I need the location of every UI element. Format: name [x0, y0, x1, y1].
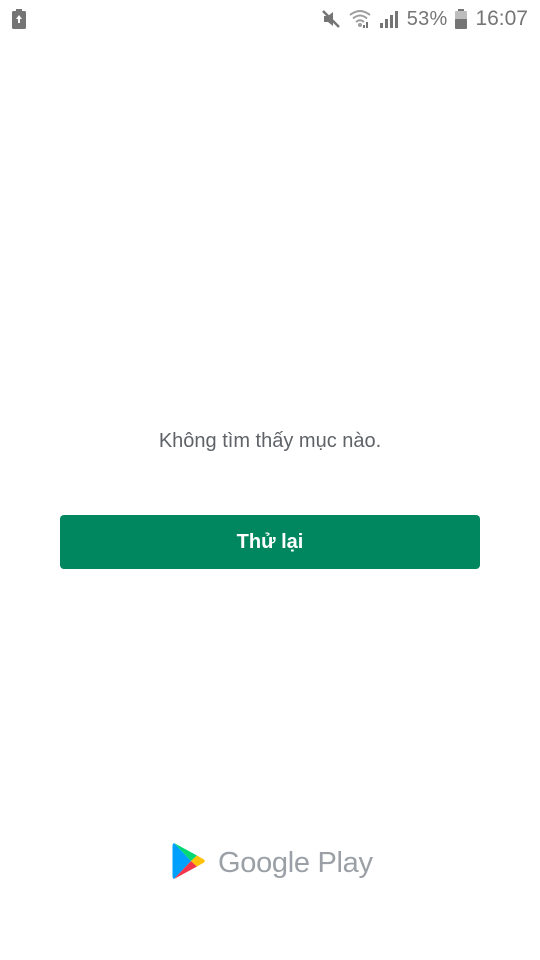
screen: 53% 16:07 Không tìm thấy mục nào. Thử lạ… [0, 0, 540, 960]
wifi-icon [349, 9, 371, 29]
battery-saver-icon [12, 9, 26, 29]
play-store-icon [172, 842, 206, 885]
status-icons: 53% 16:07 [321, 0, 528, 38]
status-bar: 53% 16:07 [0, 0, 540, 38]
clock: 16:07 [475, 7, 528, 30]
retry-button[interactable]: Thử lại [60, 515, 480, 569]
signal-icon [379, 9, 399, 29]
google-play-wordmark: Google Play [218, 846, 373, 879]
battery-percentage: 53% [406, 7, 448, 30]
mute-icon [321, 9, 341, 29]
battery-icon [455, 9, 468, 29]
google-play-logo: Google Play [172, 842, 373, 884]
empty-state-message: Không tìm thấy mục nào. [158, 430, 382, 452]
